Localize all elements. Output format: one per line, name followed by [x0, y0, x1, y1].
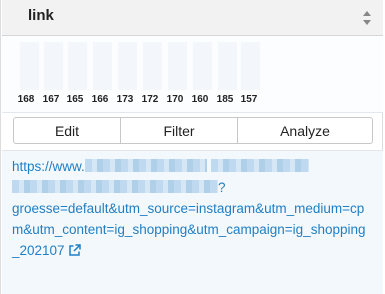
cell-value: https://www. ? groesse=default&utm_source… — [2, 151, 383, 294]
histogram-value: 166 — [91, 94, 109, 105]
column-title: link — [28, 7, 54, 24]
histogram-bar — [193, 42, 212, 90]
url-query-start: ? — [218, 180, 226, 195]
histogram-value: 173 — [116, 94, 134, 105]
url-link[interactable]: https://www. ? groesse=default&utm_source… — [12, 156, 372, 261]
histogram-bar — [118, 42, 137, 90]
histogram-value: 172 — [141, 94, 159, 105]
histogram-bar — [68, 42, 87, 90]
histogram-bar — [241, 42, 260, 90]
column-header[interactable]: link — [2, 0, 383, 36]
redacted-text — [12, 180, 218, 193]
value-histogram: 168 167 165 166 173 172 170 160 185 157 — [2, 36, 383, 113]
url-prefix: https://www. — [12, 159, 85, 174]
column-actions: Edit Filter Analyze — [13, 117, 373, 144]
redacted-text — [210, 159, 309, 172]
histogram-value: 168 — [17, 94, 35, 105]
analyze-button[interactable]: Analyze — [238, 118, 372, 143]
histogram-bar — [143, 42, 162, 90]
histogram-value: 157 — [240, 94, 258, 105]
histogram-value: 167 — [42, 94, 60, 105]
filter-button[interactable]: Filter — [121, 118, 238, 143]
external-link-icon[interactable] — [68, 244, 81, 257]
redacted-text — [84, 159, 207, 172]
histogram-value: 185 — [216, 94, 234, 105]
edit-button[interactable]: Edit — [14, 118, 121, 143]
histogram-bar — [218, 42, 237, 90]
sort-icon[interactable] — [363, 11, 371, 25]
histogram-bar — [93, 42, 112, 90]
url-query: groesse=default&utm_source=instagram&utm… — [12, 201, 366, 258]
histogram-value: 170 — [166, 94, 184, 105]
histogram-bar — [20, 42, 39, 90]
histogram-bar — [44, 42, 63, 90]
histogram-value: 165 — [66, 94, 84, 105]
histogram-bar — [168, 42, 187, 90]
histogram-value: 160 — [191, 94, 209, 105]
column-panel: link 168 167 165 166 173 172 170 160 185… — [0, 0, 383, 294]
